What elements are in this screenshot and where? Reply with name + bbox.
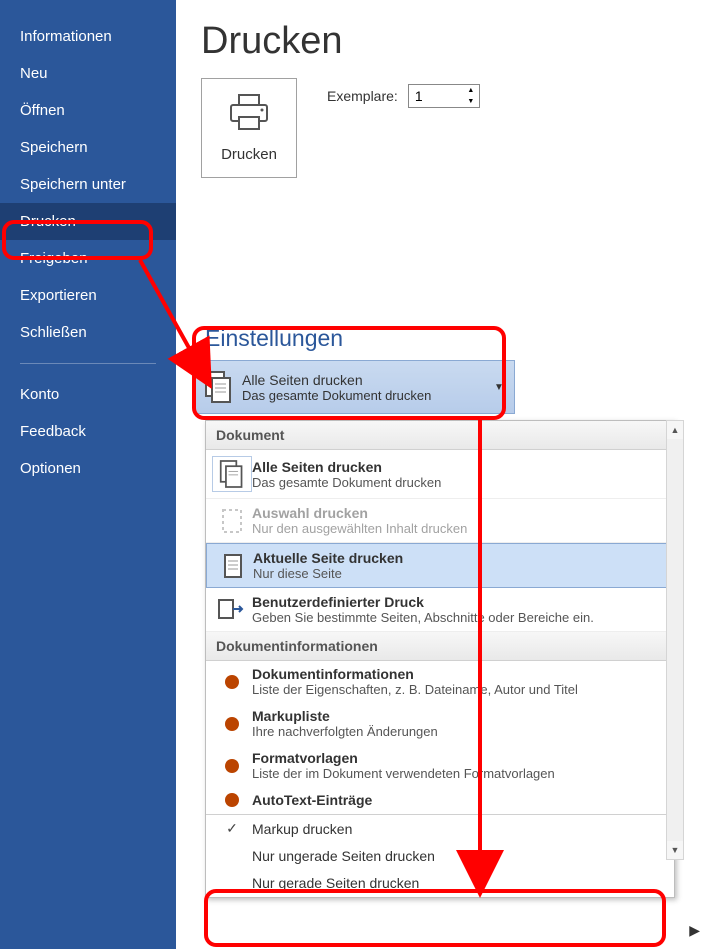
copies-up[interactable]: ▲ [463,85,479,96]
backstage-sidebar: Informationen Neu Öffnen Speichern Speic… [0,0,176,949]
check-icon: ✓ [212,820,252,837]
sidebar-item-speichern[interactable]: Speichern [0,129,176,166]
sidebar-item-drucken[interactable]: Drucken [0,203,176,240]
option-ungerade-seiten[interactable]: Nur ungerade Seiten drucken [206,843,674,870]
sidebar-item-optionen[interactable]: Optionen [0,450,176,487]
sidebar-item-informationen[interactable]: Informationen [0,18,176,55]
expand-handle-icon[interactable]: ▶ [689,922,700,939]
sidebar-item-exportieren[interactable]: Exportieren [0,277,176,314]
option-autotext[interactable]: AutoText-Einträge [206,787,674,814]
pages-icon [212,456,252,492]
option-markupliste[interactable]: Markupliste Ihre nachverfolgten Änderung… [206,703,674,745]
copies-down[interactable]: ▼ [463,96,479,107]
option-markup-drucken[interactable]: ✓ Markup drucken [206,815,674,843]
printer-icon [226,93,272,136]
sidebar-item-neu[interactable]: Neu [0,55,176,92]
option-formatvorlagen[interactable]: Formatvorlagen Liste der im Dokument ver… [206,745,674,787]
sidebar-item-schliessen[interactable]: Schließen [0,314,176,351]
copies-input[interactable] [409,85,463,107]
settings-heading: Einstellungen [195,325,515,352]
settings-block: Einstellungen Alle Seiten drucken Das ge… [195,325,515,414]
option-aktuelle-seite[interactable]: Aktuelle Seite drucken Nur diese Seite [206,543,674,588]
option-alle-seiten[interactable]: Alle Seiten drucken Das gesamte Dokument… [206,450,674,499]
sidebar-item-oeffnen[interactable]: Öffnen [0,92,176,129]
option-benutzerdefiniert[interactable]: Benutzerdefinierter Druck Geben Sie best… [206,588,674,632]
dropdown-section-dokument: Dokument [206,421,674,450]
dropdown-section-info: Dokumentinformationen [206,632,674,661]
sidebar-item-konto[interactable]: Konto [0,376,176,413]
sidebar-divider [20,363,156,364]
print-range-dropdown[interactable]: Alle Seiten drucken Das gesamte Dokument… [195,360,515,414]
option-dokumentinformationen[interactable]: Dokumentinformationen Liste der Eigensch… [206,661,674,703]
print-button[interactable]: Drucken [201,78,297,178]
chevron-down-icon: ▼ [494,382,508,393]
page-icon [213,552,253,580]
bullet-icon [212,793,252,807]
selection-icon [212,506,252,536]
bullet-icon [212,717,252,731]
pages-icon [202,370,236,404]
option-auswahl: Auswahl drucken Nur den ausgewählten Inh… [206,499,674,543]
copies-spinner[interactable]: ▲ ▼ [408,84,480,108]
print-range-dropdown-panel: Dokument Alle Seiten drucken Das gesamte… [205,420,675,898]
custom-pages-icon [212,596,252,624]
option-gerade-seiten[interactable]: Nur gerade Seiten drucken [206,870,674,897]
dropdown-subtitle: Das gesamte Dokument drucken [242,388,494,403]
sidebar-item-speichern-unter[interactable]: Speichern unter [0,166,176,203]
scroll-down-icon[interactable]: ▼ [667,841,683,859]
dropdown-scrollbar[interactable]: ▲ ▼ [666,420,684,860]
bullet-icon [212,759,252,773]
sidebar-item-freigeben[interactable]: Freigeben [0,240,176,277]
copies-label: Exemplare: [327,88,398,104]
dropdown-title: Alle Seiten drucken [242,372,494,388]
page-title: Drucken [201,20,682,63]
scroll-up-icon[interactable]: ▲ [667,421,683,439]
bullet-icon [212,675,252,689]
sidebar-item-feedback[interactable]: Feedback [0,413,176,450]
print-button-label: Drucken [221,146,277,163]
